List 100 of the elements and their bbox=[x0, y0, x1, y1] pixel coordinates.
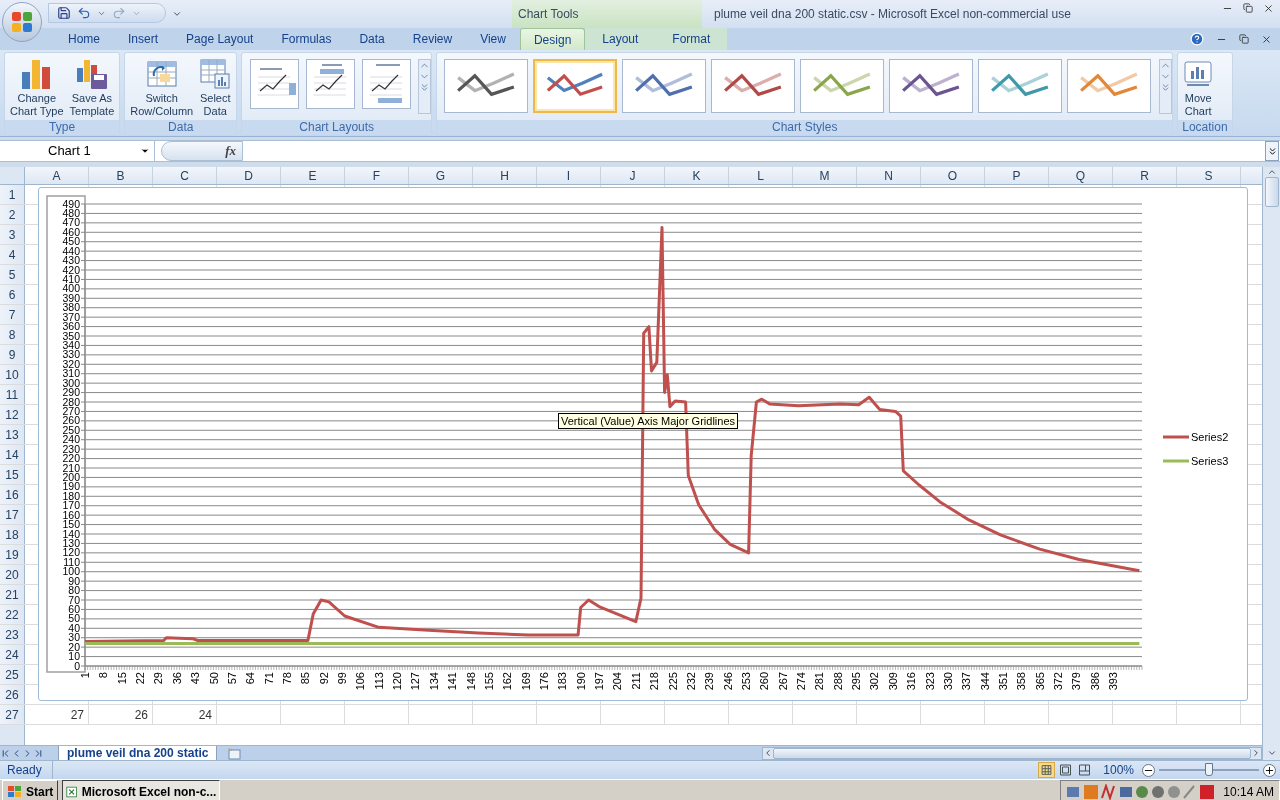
column-header[interactable]: B bbox=[89, 167, 153, 184]
dropdown-caret-icon[interactable] bbox=[140, 146, 150, 156]
ribbon-tab[interactable]: Format bbox=[655, 28, 728, 50]
column-header[interactable]: N bbox=[857, 167, 921, 184]
scroll-down-icon[interactable] bbox=[1266, 748, 1277, 758]
chart-style-thumbnail[interactable] bbox=[1067, 59, 1152, 113]
ribbon-tab[interactable]: Formulas bbox=[267, 28, 346, 50]
chart-layout-thumbnail[interactable] bbox=[250, 59, 300, 109]
row-header[interactable]: 27 bbox=[0, 705, 25, 724]
row-header[interactable]: 17 bbox=[0, 505, 25, 524]
ribbon-tab[interactable]: Layout bbox=[585, 28, 656, 50]
redo-icon[interactable] bbox=[112, 6, 126, 20]
column-header[interactable]: J bbox=[601, 167, 665, 184]
row-header[interactable]: 4 bbox=[0, 245, 25, 264]
column-header[interactable]: H bbox=[473, 167, 537, 184]
row-header[interactable]: 13 bbox=[0, 425, 25, 444]
ribbon-button[interactable]: Switch Row/Column bbox=[129, 56, 195, 118]
column-header[interactable]: O bbox=[921, 167, 985, 184]
row-header[interactable]: 19 bbox=[0, 545, 25, 564]
column-header[interactable]: C bbox=[153, 167, 217, 184]
new-sheet-icon[interactable] bbox=[225, 746, 244, 760]
row-header[interactable]: 1 bbox=[0, 185, 25, 204]
zoom-out-icon[interactable] bbox=[1142, 763, 1155, 777]
chart-style-thumbnail[interactable] bbox=[889, 59, 974, 113]
row-header[interactable]: 23 bbox=[0, 625, 25, 644]
ribbon-button[interactable]: Change Chart Type bbox=[9, 56, 65, 118]
ribbon-tab[interactable]: View bbox=[466, 28, 520, 50]
chart-style-thumbnail[interactable] bbox=[533, 59, 618, 113]
row-header[interactable]: 18 bbox=[0, 525, 25, 544]
chart-layout-thumbnail[interactable] bbox=[362, 59, 412, 109]
customize-toolbar-icon[interactable] bbox=[172, 9, 182, 19]
scroll-thumb[interactable] bbox=[1264, 177, 1279, 207]
column-header[interactable]: L bbox=[729, 167, 793, 184]
row-header[interactable]: 11 bbox=[0, 385, 25, 404]
column-header[interactable]: A bbox=[25, 167, 89, 184]
column-header[interactable]: I bbox=[537, 167, 601, 184]
first-sheet-icon[interactable] bbox=[0, 747, 11, 759]
column-header[interactable]: R bbox=[1113, 167, 1177, 184]
ribbon-tab[interactable]: Design bbox=[519, 28, 586, 50]
chart-style-thumbnail[interactable] bbox=[711, 59, 796, 113]
ribbon-tab[interactable]: Page Layout bbox=[172, 28, 268, 50]
row-header[interactable]: 3 bbox=[0, 225, 25, 244]
column-header[interactable]: M bbox=[793, 167, 857, 184]
gallery-scroll-bar[interactable] bbox=[1159, 59, 1173, 114]
save-icon[interactable] bbox=[57, 6, 71, 20]
column-header[interactable]: D bbox=[217, 167, 281, 184]
row-header[interactable]: 2 bbox=[0, 205, 25, 224]
column-header[interactable]: P bbox=[985, 167, 1049, 184]
column-header[interactable]: S bbox=[1177, 167, 1241, 184]
zoom-in-icon[interactable] bbox=[1263, 763, 1276, 777]
view-button[interactable] bbox=[1038, 762, 1056, 778]
row-header[interactable]: 14 bbox=[0, 445, 25, 464]
row-header[interactable]: 6 bbox=[0, 285, 25, 304]
axis-selection-frame[interactable] bbox=[46, 195, 86, 673]
chart-layout-thumbnail[interactable] bbox=[306, 59, 356, 109]
row-header[interactable]: 26 bbox=[0, 685, 25, 704]
chart-style-thumbnail[interactable] bbox=[444, 59, 529, 113]
name-box[interactable]: Chart 1 bbox=[0, 141, 155, 161]
row-header[interactable]: 5 bbox=[0, 265, 25, 284]
restore-icon[interactable] bbox=[1239, 34, 1249, 44]
row-header[interactable]: 24 bbox=[0, 645, 25, 664]
row-header[interactable]: 20 bbox=[0, 565, 25, 584]
start-button[interactable]: Start bbox=[2, 780, 59, 800]
close-icon[interactable] bbox=[1261, 33, 1272, 45]
expand-formula-bar-button[interactable] bbox=[1265, 141, 1279, 161]
taskbar-button[interactable]: Microsoft Excel non-c... bbox=[62, 780, 221, 800]
row-header[interactable]: 16 bbox=[0, 485, 25, 504]
ribbon-tab[interactable]: Insert bbox=[114, 28, 173, 50]
gallery-scroll-bar[interactable] bbox=[418, 59, 432, 114]
zoom-level[interactable]: 100% bbox=[1103, 761, 1134, 779]
ribbon-button[interactable]: Select Data bbox=[198, 56, 233, 118]
row-header[interactable]: 7 bbox=[0, 305, 25, 324]
help-icon[interactable] bbox=[1190, 32, 1204, 46]
row-header[interactable]: 25 bbox=[0, 665, 25, 684]
row-header[interactable]: 9 bbox=[0, 345, 25, 364]
undo-icon[interactable] bbox=[77, 6, 91, 20]
chart-style-thumbnail[interactable] bbox=[800, 59, 885, 113]
last-sheet-icon[interactable] bbox=[33, 747, 44, 759]
row-header[interactable]: 8 bbox=[0, 325, 25, 344]
column-header[interactable]: G bbox=[409, 167, 473, 184]
ribbon-tab[interactable]: Review bbox=[398, 28, 467, 50]
chart-style-thumbnail[interactable] bbox=[622, 59, 707, 113]
row-header[interactable]: 15 bbox=[0, 465, 25, 484]
row-header[interactable]: 10 bbox=[0, 365, 25, 384]
restore-icon[interactable] bbox=[1243, 3, 1253, 13]
ribbon-tab[interactable]: Home bbox=[54, 28, 114, 50]
chart-style-thumbnail[interactable] bbox=[978, 59, 1063, 113]
column-header[interactable]: F bbox=[345, 167, 409, 184]
scroll-right-icon[interactable] bbox=[1251, 748, 1261, 758]
column-header[interactable]: K bbox=[665, 167, 729, 184]
ribbon-button[interactable]: Save As Template bbox=[68, 56, 116, 118]
close-icon[interactable] bbox=[1263, 3, 1274, 14]
scroll-up-icon[interactable] bbox=[1266, 167, 1277, 177]
scroll-left-icon[interactable] bbox=[763, 748, 773, 758]
column-header[interactable]: E bbox=[281, 167, 345, 184]
ribbon-tab[interactable]: Data bbox=[345, 28, 399, 50]
ribbon-button[interactable]: Move Chart bbox=[1182, 56, 1215, 118]
zoom-slider-thumb[interactable] bbox=[1205, 763, 1213, 776]
row-header[interactable]: 12 bbox=[0, 405, 25, 424]
row-header[interactable]: 22 bbox=[0, 605, 25, 624]
